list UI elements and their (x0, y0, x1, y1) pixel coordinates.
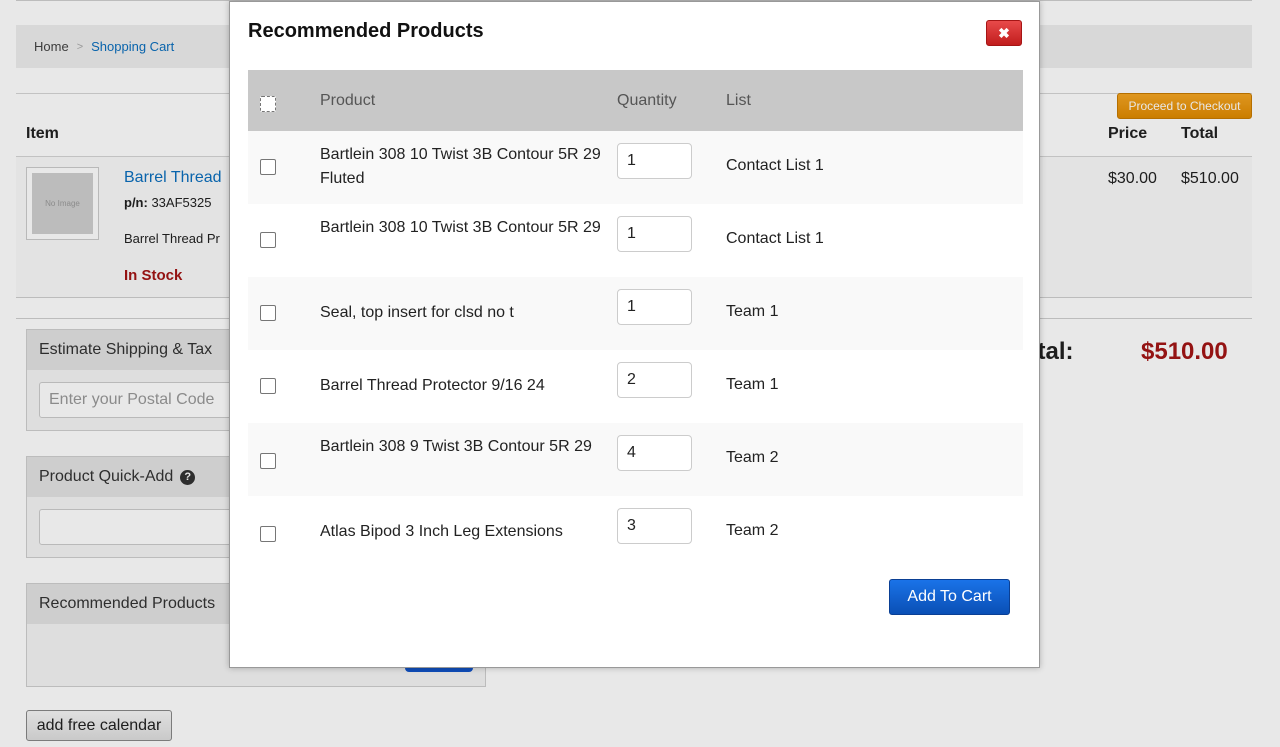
quantity-input[interactable]: 1 (617, 143, 692, 179)
close-icon[interactable]: ✖ (986, 20, 1022, 46)
list-name: Contact List 1 (726, 157, 824, 174)
table-row: Bartlein 308 10 Twist 3B Contour 5R 29 1… (248, 204, 1023, 277)
product-name: Atlas Bipod 3 Inch Leg Extensions (320, 523, 563, 540)
row-checkbox[interactable] (260, 232, 276, 248)
recommended-products-table: Product Quantity List Bartlein 308 10 Tw… (248, 70, 1023, 569)
table-header: Product Quantity List (248, 70, 1023, 131)
product-name: Bartlein 308 10 Twist 3B Contour 5R 29 (320, 219, 601, 236)
list-name: Team 1 (726, 303, 779, 320)
header-list: List (726, 92, 751, 109)
quantity-input[interactable]: 1 (617, 216, 692, 252)
quantity-input[interactable]: 1 (617, 289, 692, 325)
product-name: Seal, top insert for clsd no t (320, 304, 514, 321)
table-row: Atlas Bipod 3 Inch Leg Extensions 3 Team… (248, 496, 1023, 569)
quantity-input[interactable]: 3 (617, 508, 692, 544)
add-to-cart-button[interactable]: Add To Cart (889, 579, 1010, 615)
table-row: Bartlein 308 9 Twist 3B Contour 5R 29 4 … (248, 423, 1023, 496)
quantity-input[interactable]: 2 (617, 362, 692, 398)
product-name: Barrel Thread Protector 9/16 24 (320, 377, 545, 394)
quantity-input[interactable]: 4 (617, 435, 692, 471)
header-quantity: Quantity (617, 92, 677, 109)
modal-title: Recommended Products (248, 20, 484, 42)
recommended-products-modal: Recommended Products ✖ Product Quantity … (229, 1, 1040, 668)
list-name: Contact List 1 (726, 230, 824, 247)
product-name: Bartlein 308 10 Twist 3B Contour 5R 29 F… (320, 146, 601, 187)
row-checkbox[interactable] (260, 159, 276, 175)
row-checkbox[interactable] (260, 378, 276, 394)
product-name: Bartlein 308 9 Twist 3B Contour 5R 29 (320, 438, 592, 455)
list-name: Team 2 (726, 522, 779, 539)
select-all-checkbox[interactable] (260, 96, 276, 112)
row-checkbox[interactable] (260, 305, 276, 321)
table-row: Barrel Thread Protector 9/16 24 2 Team 1 (248, 350, 1023, 423)
row-checkbox[interactable] (260, 526, 276, 542)
table-row: Bartlein 308 10 Twist 3B Contour 5R 29 F… (248, 131, 1023, 204)
table-row: Seal, top insert for clsd no t 1 Team 1 (248, 277, 1023, 350)
row-checkbox[interactable] (260, 453, 276, 469)
list-name: Team 2 (726, 449, 779, 466)
list-name: Team 1 (726, 376, 779, 393)
header-product: Product (320, 92, 376, 109)
